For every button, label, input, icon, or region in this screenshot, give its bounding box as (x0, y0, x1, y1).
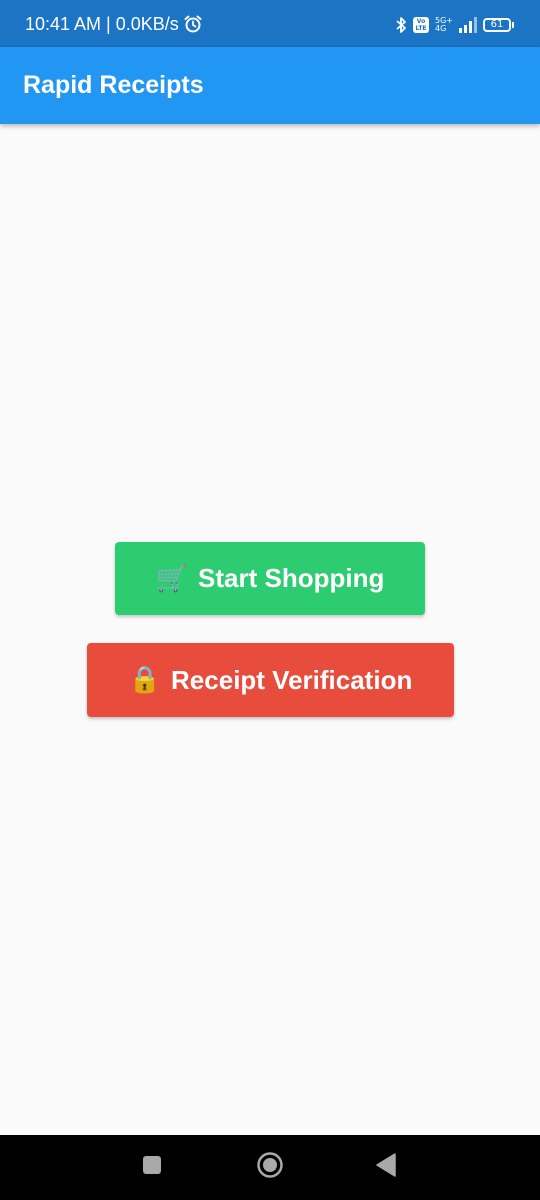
start-shopping-button[interactable]: 🛒 Start Shopping (115, 542, 425, 615)
back-button[interactable] (366, 1135, 406, 1200)
app-bar: Rapid Receipts (0, 47, 540, 124)
bluetooth-icon (395, 16, 407, 34)
app-title: Rapid Receipts (23, 71, 204, 99)
home-circle-icon (256, 1151, 284, 1184)
status-bar: 10:41 AM | 0.0KB/s Vo LTE 5G+ 4G 61 (0, 0, 540, 47)
status-time-speed: 10:41 AM | 0.0KB/s (25, 14, 179, 34)
alarm-icon (183, 14, 203, 34)
recents-button[interactable] (132, 1135, 172, 1200)
battery-level: 61 (483, 18, 511, 32)
receipt-verification-button[interactable]: 🔒 Receipt Verification (87, 643, 454, 717)
back-triangle-icon (375, 1153, 397, 1182)
status-left: 10:41 AM | 0.0KB/s (25, 14, 203, 34)
start-shopping-label: Start Shopping (198, 563, 385, 593)
volte-icon: Vo LTE (413, 17, 429, 33)
network-type: 5G+ 4G (435, 17, 453, 33)
receipt-verification-label: Receipt Verification (171, 664, 413, 695)
network-type-bottom: 4G (435, 24, 447, 33)
battery-icon: 61 (483, 18, 514, 32)
signal-icon (459, 17, 477, 33)
home-button[interactable] (250, 1135, 290, 1200)
recents-square-icon (142, 1155, 162, 1180)
status-right: Vo LTE 5G+ 4G 61 (395, 15, 514, 35)
battery-tip (512, 22, 514, 28)
shopping-cart-icon: 🛒 (155, 563, 189, 594)
lock-icon: 🔒 (128, 665, 162, 695)
navigation-bar (0, 1135, 540, 1200)
